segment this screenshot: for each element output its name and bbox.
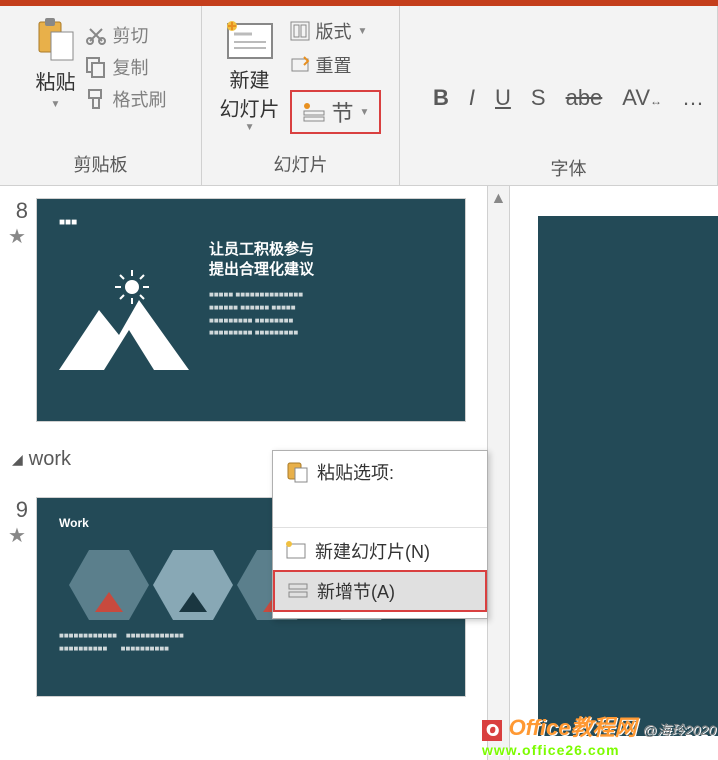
reset-button[interactable]: 重置 xyxy=(290,52,382,78)
shadow-button[interactable]: S xyxy=(531,85,546,111)
section-icon xyxy=(302,101,326,123)
bold-button[interactable]: B xyxy=(433,85,449,111)
clipboard-group-label: 剪贴板 xyxy=(74,147,128,181)
section-name: work xyxy=(29,448,71,471)
paste-icon xyxy=(35,18,77,62)
scissors-icon xyxy=(85,24,107,46)
cut-label: 剪切 xyxy=(113,22,149,48)
chevron-down-icon: ▼ xyxy=(360,107,370,118)
slide-editor[interactable] xyxy=(510,186,718,760)
copy-icon xyxy=(85,56,107,78)
ctx-new-slide[interactable]: 新建幻灯片(N) xyxy=(273,532,487,570)
slides-group-label: 幻灯片 xyxy=(274,147,328,181)
italic-button[interactable]: I xyxy=(469,85,475,111)
reset-icon xyxy=(290,55,310,75)
slide-8-thumb[interactable]: ■■■ 让员工积极参与提出合理化建议 ■■■■■ ■■■■■■■■■■■■■■■… xyxy=(36,198,466,422)
section-icon xyxy=(287,580,309,602)
ctx-add-section[interactable]: 新增节(A) xyxy=(273,570,487,612)
paste-icon xyxy=(285,460,309,484)
collapse-icon: ◢ xyxy=(12,451,23,468)
chevron-down-icon: ▼ xyxy=(245,122,255,133)
more-button[interactable]: … xyxy=(682,85,704,111)
layout-label: 版式 xyxy=(316,18,352,44)
clipboard-group: 粘贴 ▼ 剪切 复制 格式刷 剪贴板 xyxy=(0,6,202,185)
new-slide-label: 新建 幻灯片 xyxy=(220,64,280,122)
cut-button[interactable]: 剪切 xyxy=(85,22,167,48)
ribbon: 粘贴 ▼ 剪切 复制 格式刷 剪贴板 xyxy=(0,6,718,186)
reset-label: 重置 xyxy=(316,52,352,78)
scroll-up-icon[interactable]: ▲ xyxy=(491,190,507,208)
format-painter-button[interactable]: 格式刷 xyxy=(85,86,167,112)
slide-title-2: 提出合理化建议 xyxy=(209,261,314,278)
new-slide-icon xyxy=(285,540,307,562)
animation-star-icon: ★ xyxy=(8,523,28,548)
slide-body-text: ■■■■■ ■■■■■■■■■■■■■■■■■■■■ ■■■■■■ ■■■■■■… xyxy=(209,289,443,340)
slide-body-text: ■■■■■■■■■■■■ ■■■■■■■■■■■■■■■■■■■■■■ ■■■■… xyxy=(59,630,443,656)
context-menu: 粘贴选项: a A 新建幻灯片(N) 新增节(A) xyxy=(272,450,488,619)
watermark: O Office教程网 @海玲2020 www.office26.com xyxy=(482,710,716,758)
section-button[interactable]: 节 ▼ xyxy=(290,90,382,134)
brush-icon xyxy=(85,88,107,110)
slide-number: 9 xyxy=(8,497,28,523)
font-group-label: 字体 xyxy=(551,151,587,185)
strike-button[interactable]: abe xyxy=(566,85,603,111)
format-painter-label: 格式刷 xyxy=(113,86,167,112)
paste-options-label: 粘贴选项: xyxy=(273,457,487,487)
spacing-button[interactable]: AV↔ xyxy=(622,85,662,111)
copy-button[interactable]: 复制 xyxy=(85,54,167,80)
chevron-down-icon: ▼ xyxy=(358,26,368,37)
animation-star-icon: ★ xyxy=(8,224,28,249)
font-group: B I U S abe AV↔ … 字体 xyxy=(400,6,718,185)
chevron-down-icon: ▼ xyxy=(51,99,61,110)
current-slide[interactable] xyxy=(538,216,718,736)
separator xyxy=(273,527,487,528)
copy-label: 复制 xyxy=(113,54,149,80)
paste-label: 粘贴 xyxy=(36,66,76,95)
slide-title-1: 让员工积极参与 xyxy=(209,241,314,258)
new-slide-icon xyxy=(222,18,278,64)
layout-icon xyxy=(290,21,310,41)
slide-8-row[interactable]: 8 ★ ■■■ 让员工积极参与提出合理化建议 ■■■■■ ■■■■■■■■■■■… xyxy=(8,198,487,422)
layout-button[interactable]: 版式 ▼ xyxy=(290,18,382,44)
paste-button[interactable]: 粘贴 ▼ xyxy=(35,18,77,110)
section-label: 节 xyxy=(332,96,354,128)
scrollbar[interactable]: ▲ xyxy=(487,186,510,760)
sun-icon xyxy=(115,270,149,304)
slide-number: 8 xyxy=(8,198,28,224)
new-slide-button[interactable]: 新建 幻灯片 ▼ xyxy=(220,18,280,133)
slides-group: 新建 幻灯片 ▼ 版式 ▼ 重置 节 xyxy=(202,6,400,185)
underline-button[interactable]: U xyxy=(495,85,511,111)
